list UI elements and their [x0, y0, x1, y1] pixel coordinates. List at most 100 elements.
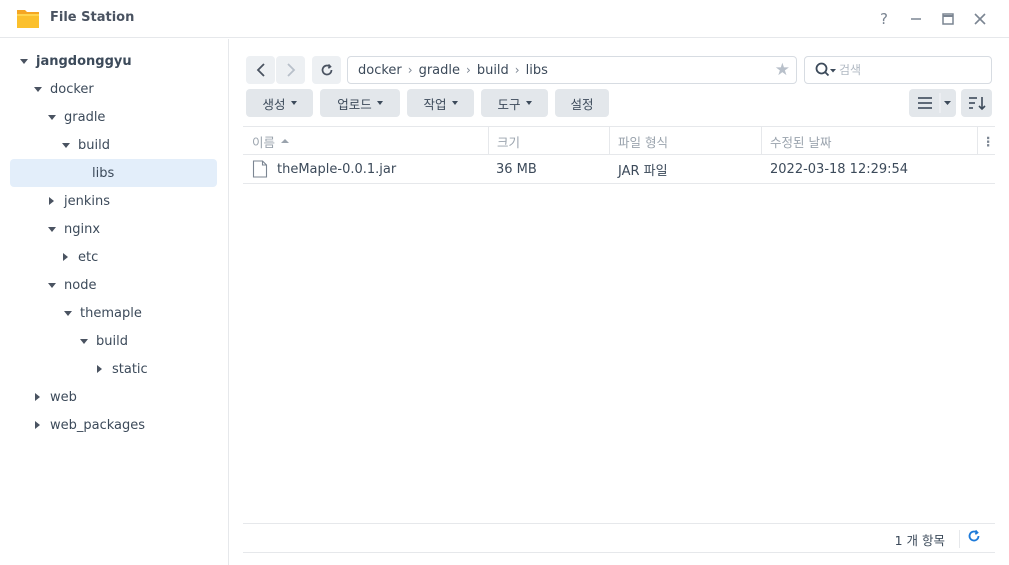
- sort-asc-icon: [281, 139, 290, 143]
- minimize-icon[interactable]: [905, 8, 927, 30]
- tree-label: build: [96, 333, 128, 349]
- tree-item-build[interactable]: build: [60, 131, 110, 159]
- breadcrumb-build[interactable]: build: [477, 63, 509, 78]
- file-size: 36 MB: [496, 161, 537, 177]
- caret-down-icon[interactable]: [78, 335, 90, 347]
- breadcrumb-libs[interactable]: libs: [526, 63, 548, 78]
- column-size-label: 크기: [497, 134, 521, 150]
- column-options-icon[interactable]: ⋮: [977, 127, 995, 155]
- breadcrumb-gradle[interactable]: gradle: [419, 63, 460, 78]
- refresh-icon[interactable]: [967, 529, 981, 547]
- star-icon[interactable]: ★: [775, 60, 790, 80]
- tree-item-build-2[interactable]: build: [78, 327, 128, 355]
- caret-down-icon[interactable]: [46, 279, 58, 291]
- create-button[interactable]: 생성: [246, 89, 313, 117]
- search-icon[interactable]: [815, 62, 836, 78]
- settings-button[interactable]: 설정: [555, 89, 609, 117]
- action-button[interactable]: 작업: [407, 89, 474, 117]
- upload-label: 업로드: [337, 96, 372, 112]
- column-modified[interactable]: 수정된 날짜: [761, 127, 977, 155]
- caret-right-icon[interactable]: [60, 251, 72, 263]
- tree-item-etc[interactable]: etc: [60, 243, 98, 271]
- tree-root-jangdonggyu[interactable]: jangdonggyu: [18, 47, 132, 75]
- caret-down-icon: [290, 101, 297, 105]
- tree-item-themaple[interactable]: themaple: [62, 299, 142, 327]
- column-size[interactable]: 크기: [488, 127, 609, 155]
- file-icon: [252, 155, 268, 183]
- window-title: File Station: [50, 10, 135, 25]
- maximize-icon[interactable]: [937, 8, 959, 30]
- tree-label: web: [50, 389, 77, 405]
- caret-right-icon[interactable]: [32, 391, 44, 403]
- folder-tree: jangdonggyu docker gradle build libs jen…: [0, 39, 229, 565]
- file-name: theMaple-0.0.1.jar: [277, 161, 397, 177]
- create-label: 생성: [262, 96, 286, 112]
- caret-down-icon[interactable]: [60, 139, 72, 151]
- chevron-right-icon: [286, 63, 295, 77]
- item-count: 1 개 항목: [894, 533, 945, 548]
- file-modified: 2022-03-18 12:29:54: [770, 161, 909, 177]
- column-type[interactable]: 파일 형식: [609, 127, 761, 155]
- main-panel: docker › gradle › build › libs ★ 생성 업로드 …: [230, 39, 1009, 565]
- tree-item-web-packages[interactable]: web_packages: [32, 411, 145, 439]
- settings-label: 설정: [570, 96, 594, 112]
- close-icon[interactable]: [969, 8, 991, 30]
- tree-label: themaple: [80, 305, 142, 321]
- caret-down-icon: [376, 101, 383, 105]
- tree-item-nginx[interactable]: nginx: [46, 215, 100, 243]
- table-row[interactable]: theMaple-0.0.1.jar 36 MB JAR 파일 2022-03-…: [243, 155, 995, 184]
- tree-label: libs: [92, 165, 115, 181]
- search-input[interactable]: [839, 63, 979, 77]
- tree-label: build: [78, 137, 110, 153]
- caret-down-icon[interactable]: [46, 111, 58, 123]
- breadcrumb[interactable]: docker › gradle › build › libs ★: [347, 56, 797, 84]
- tree-item-jenkins[interactable]: jenkins: [46, 187, 110, 215]
- file-table-header: 이름 크기 파일 형식 수정된 날짜 ⋮: [243, 126, 995, 155]
- status-footer: 1 개 항목: [243, 523, 995, 553]
- caret-right-icon[interactable]: [94, 363, 106, 375]
- tree-label: docker: [50, 81, 94, 97]
- help-icon[interactable]: ?: [873, 8, 895, 30]
- chevron-right-icon: ›: [466, 63, 471, 77]
- column-type-label: 파일 형식: [618, 134, 668, 150]
- caret-down-icon[interactable]: [46, 223, 58, 235]
- tree-item-static[interactable]: static: [94, 355, 148, 383]
- upload-button[interactable]: 업로드: [320, 89, 400, 117]
- caret-down-icon[interactable]: [18, 55, 30, 67]
- tree-item-libs[interactable]: libs: [74, 159, 114, 187]
- caret-down-icon[interactable]: [62, 307, 74, 319]
- column-modified-label: 수정된 날짜: [770, 134, 832, 150]
- tree-label: web_packages: [50, 417, 146, 433]
- folder-app-icon: [17, 10, 39, 28]
- search-box[interactable]: [804, 56, 992, 84]
- tree-item-node[interactable]: node: [46, 271, 96, 299]
- view-mode-button[interactable]: [909, 89, 956, 117]
- tools-label: 도구: [497, 96, 521, 112]
- breadcrumb-docker[interactable]: docker: [358, 63, 402, 78]
- caret-right-icon[interactable]: [32, 419, 44, 431]
- back-button[interactable]: [246, 56, 275, 84]
- sort-icon: [969, 97, 986, 111]
- caret-down-icon[interactable]: [32, 83, 44, 95]
- chevron-right-icon: ›: [514, 63, 520, 77]
- sort-button[interactable]: [961, 89, 992, 117]
- tree-label: jenkins: [64, 193, 111, 209]
- tree-item-web[interactable]: web: [32, 383, 77, 411]
- column-name[interactable]: 이름: [243, 127, 488, 155]
- file-type: JAR 파일: [618, 163, 668, 179]
- tree-label: etc: [78, 249, 99, 265]
- tree-item-docker[interactable]: docker: [32, 75, 94, 103]
- tree-item-gradle[interactable]: gradle: [46, 103, 105, 131]
- forward-button[interactable]: [276, 56, 305, 84]
- title-bar: File Station ?: [0, 0, 1009, 38]
- caret-right-icon[interactable]: [46, 195, 58, 207]
- tree-label: nginx: [64, 221, 101, 237]
- tree-label: node: [64, 277, 97, 293]
- action-label: 작업: [423, 96, 447, 112]
- chevron-right-icon: ›: [407, 63, 413, 77]
- caret-down-icon: [525, 101, 532, 105]
- refresh-icon: [321, 63, 332, 76]
- tree-label: gradle: [64, 109, 106, 125]
- tools-button[interactable]: 도구: [481, 89, 548, 117]
- refresh-button[interactable]: [312, 56, 341, 84]
